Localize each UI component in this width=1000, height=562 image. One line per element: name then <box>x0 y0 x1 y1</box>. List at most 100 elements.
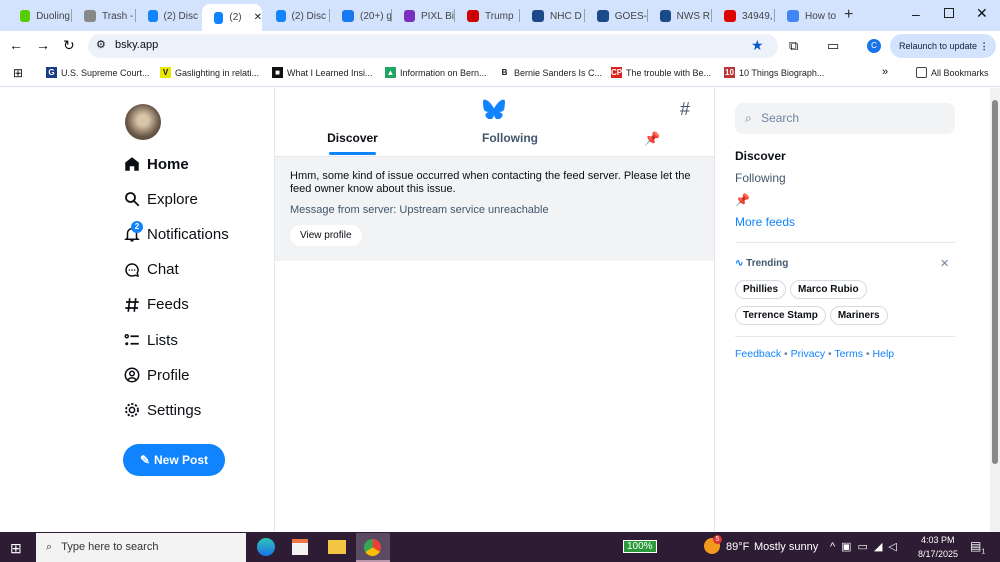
close-window-button[interactable]: ✕ <box>976 5 988 22</box>
chrome-icon[interactable] <box>356 533 390 562</box>
browser-tab[interactable]: Duoling <box>8 5 70 27</box>
menu-icon[interactable]: ⋮ <box>980 41 989 51</box>
address-bar[interactable]: ⚙ bsky.app ★ <box>88 34 778 58</box>
browser-tab[interactable]: (2) Disc <box>264 5 326 27</box>
weather-badge: 5 <box>713 535 722 544</box>
tab-discover[interactable]: Discover <box>310 131 395 145</box>
bookmark-item[interactable]: G U.S. Supreme Court... <box>46 67 150 78</box>
tab-search-icon[interactable]: ▭ <box>827 38 839 54</box>
file-explorer-icon[interactable] <box>328 540 346 554</box>
relaunch-button[interactable]: Relaunch to update ⋮ <box>890 34 996 58</box>
sidebar-item-explore[interactable]: Explore <box>123 190 198 208</box>
browser-tab[interactable]: NHC D <box>520 5 582 27</box>
browser-tab[interactable]: GOES- <box>585 5 647 27</box>
more-bookmarks-icon[interactable]: » <box>882 66 888 78</box>
bookmark-item[interactable]: ▲ Information on Bern... <box>385 67 487 78</box>
bookmark-item[interactable]: ■ What I Learned Insi... <box>272 67 373 78</box>
feed-link-discover[interactable]: Discover <box>735 149 786 163</box>
clock-date[interactable]: 8/17/2025 <box>918 549 958 559</box>
view-profile-button[interactable]: View profile <box>290 225 362 246</box>
back-button[interactable]: ← <box>9 37 23 53</box>
profile-avatar[interactable]: C <box>867 39 881 53</box>
divider <box>735 336 955 337</box>
trending-icon: ∿ <box>735 258 744 269</box>
browser-tab[interactable]: How to <box>775 5 837 27</box>
sidebar-item-profile[interactable]: Profile <box>123 366 190 384</box>
trending-topic[interactable]: Mariners <box>829 306 888 325</box>
feeds-hash-icon[interactable]: # <box>680 99 690 120</box>
weather-temp[interactable]: 89°F <box>726 541 749 553</box>
avatar[interactable] <box>125 104 161 140</box>
new-tab-button[interactable]: + <box>844 6 853 24</box>
footer-links: Feedback • Privacy • Terms • Help <box>735 348 894 360</box>
sidebar-item-feeds[interactable]: Feeds <box>123 296 189 314</box>
bookmark-item[interactable]: CP The trouble with Be... <box>611 67 711 78</box>
tab-title: NWS R <box>676 10 710 22</box>
sidebar-item-lists[interactable]: Lists <box>123 331 178 349</box>
more-feeds-link[interactable]: More feeds <box>735 215 795 229</box>
taskbar-search[interactable]: ⌕ Type here to search <box>36 533 246 562</box>
close-tab-icon[interactable]: ✕ <box>254 12 262 23</box>
feed-error-box: Hmm, some kind of issue occurred when co… <box>275 157 714 261</box>
scrollbar-thumb[interactable] <box>992 100 998 464</box>
feed-link-following[interactable]: Following <box>735 171 786 185</box>
browser-tab[interactable]: 34949, <box>712 5 774 27</box>
footer-link-help[interactable]: Help <box>873 348 895 360</box>
browser-tab[interactable]: (2) ✕ <box>202 4 262 31</box>
edge-icon[interactable] <box>257 538 275 556</box>
start-button[interactable]: ⊞ <box>10 540 22 557</box>
notification-center-icon[interactable]: ▤1 <box>970 539 985 555</box>
bookmark-star-icon[interactable]: ★ <box>751 37 764 54</box>
sidebar-item-chat[interactable]: Chat <box>123 261 179 279</box>
footer-link-feedback[interactable]: Feedback <box>735 348 781 360</box>
close-trending-icon[interactable]: ✕ <box>940 257 949 270</box>
site-info-icon[interactable]: ⚙ <box>96 38 106 51</box>
forward-button[interactable]: → <box>36 37 50 53</box>
tab-title: (2) <box>229 12 242 23</box>
sidebar-item-settings[interactable]: Settings <box>123 401 201 419</box>
browser-tab[interactable]: PIXL Bi <box>392 5 454 27</box>
footer-link-terms[interactable]: Terms <box>834 348 863 360</box>
scrollbar[interactable] <box>990 88 1000 532</box>
store-icon[interactable] <box>292 539 308 555</box>
trending-topic[interactable]: Terrence Stamp <box>735 306 826 325</box>
trending-topic[interactable]: Phillies <box>735 280 787 299</box>
sidebar-item-label: Lists <box>147 331 178 349</box>
bookmark-item[interactable]: V Gaslighting in relati... <box>160 67 259 78</box>
footer-link-privacy[interactable]: Privacy <box>791 348 825 360</box>
minimize-button[interactable]: – <box>912 6 920 22</box>
sidebar-item-notifications[interactable]: 2 Notifications <box>123 221 229 243</box>
reload-button[interactable]: ↻ <box>63 37 75 54</box>
bookmark-item[interactable]: 10 10 Things Biograph... <box>724 67 824 78</box>
footer-separator: • <box>781 348 791 360</box>
browser-tab[interactable]: (20+) g <box>330 5 392 27</box>
chat-icon <box>125 262 140 277</box>
tab-title: Duoling <box>36 10 70 22</box>
clock-time[interactable]: 4:03 PM <box>921 535 955 545</box>
bluesky-logo-icon[interactable] <box>483 99 505 119</box>
browser-tab[interactable]: (2) Disc <box>136 5 198 27</box>
pin-icon[interactable]: 📌 <box>735 193 750 207</box>
sidebar-item-home[interactable]: Home <box>123 155 189 173</box>
tray-icons[interactable]: ^▣▭◢◁ <box>830 540 903 553</box>
browser-tab[interactable]: NWS R <box>648 5 710 27</box>
pin-tab-icon[interactable]: 📌 <box>644 131 660 147</box>
battery-indicator[interactable]: 100% <box>623 540 657 553</box>
browser-tab[interactable]: Trump <box>455 5 517 27</box>
extensions-icon[interactable]: ⧉ <box>789 38 798 54</box>
tab-favicon-icon <box>660 10 671 22</box>
search-input[interactable]: ⌕ Search <box>735 103 955 134</box>
browser-tab[interactable]: Trash - <box>72 5 134 27</box>
tab-favicon-icon <box>467 10 479 22</box>
bookmark-item[interactable]: B Bernie Sanders Is C... <box>499 67 602 78</box>
new-post-button[interactable]: ✎ New Post <box>123 444 225 476</box>
tab-following[interactable]: Following <box>465 131 555 145</box>
restore-button[interactable] <box>944 8 954 18</box>
home-icon <box>125 157 139 171</box>
trending-topic[interactable]: Marco Rubio <box>790 280 867 299</box>
weather-desc[interactable]: Mostly sunny <box>754 541 818 553</box>
bookmark-favicon-icon: ▲ <box>385 67 396 78</box>
apps-icon[interactable]: ⊞ <box>13 66 23 80</box>
tab-favicon-icon <box>214 11 224 24</box>
all-bookmarks[interactable]: All Bookmarks <box>916 67 989 78</box>
